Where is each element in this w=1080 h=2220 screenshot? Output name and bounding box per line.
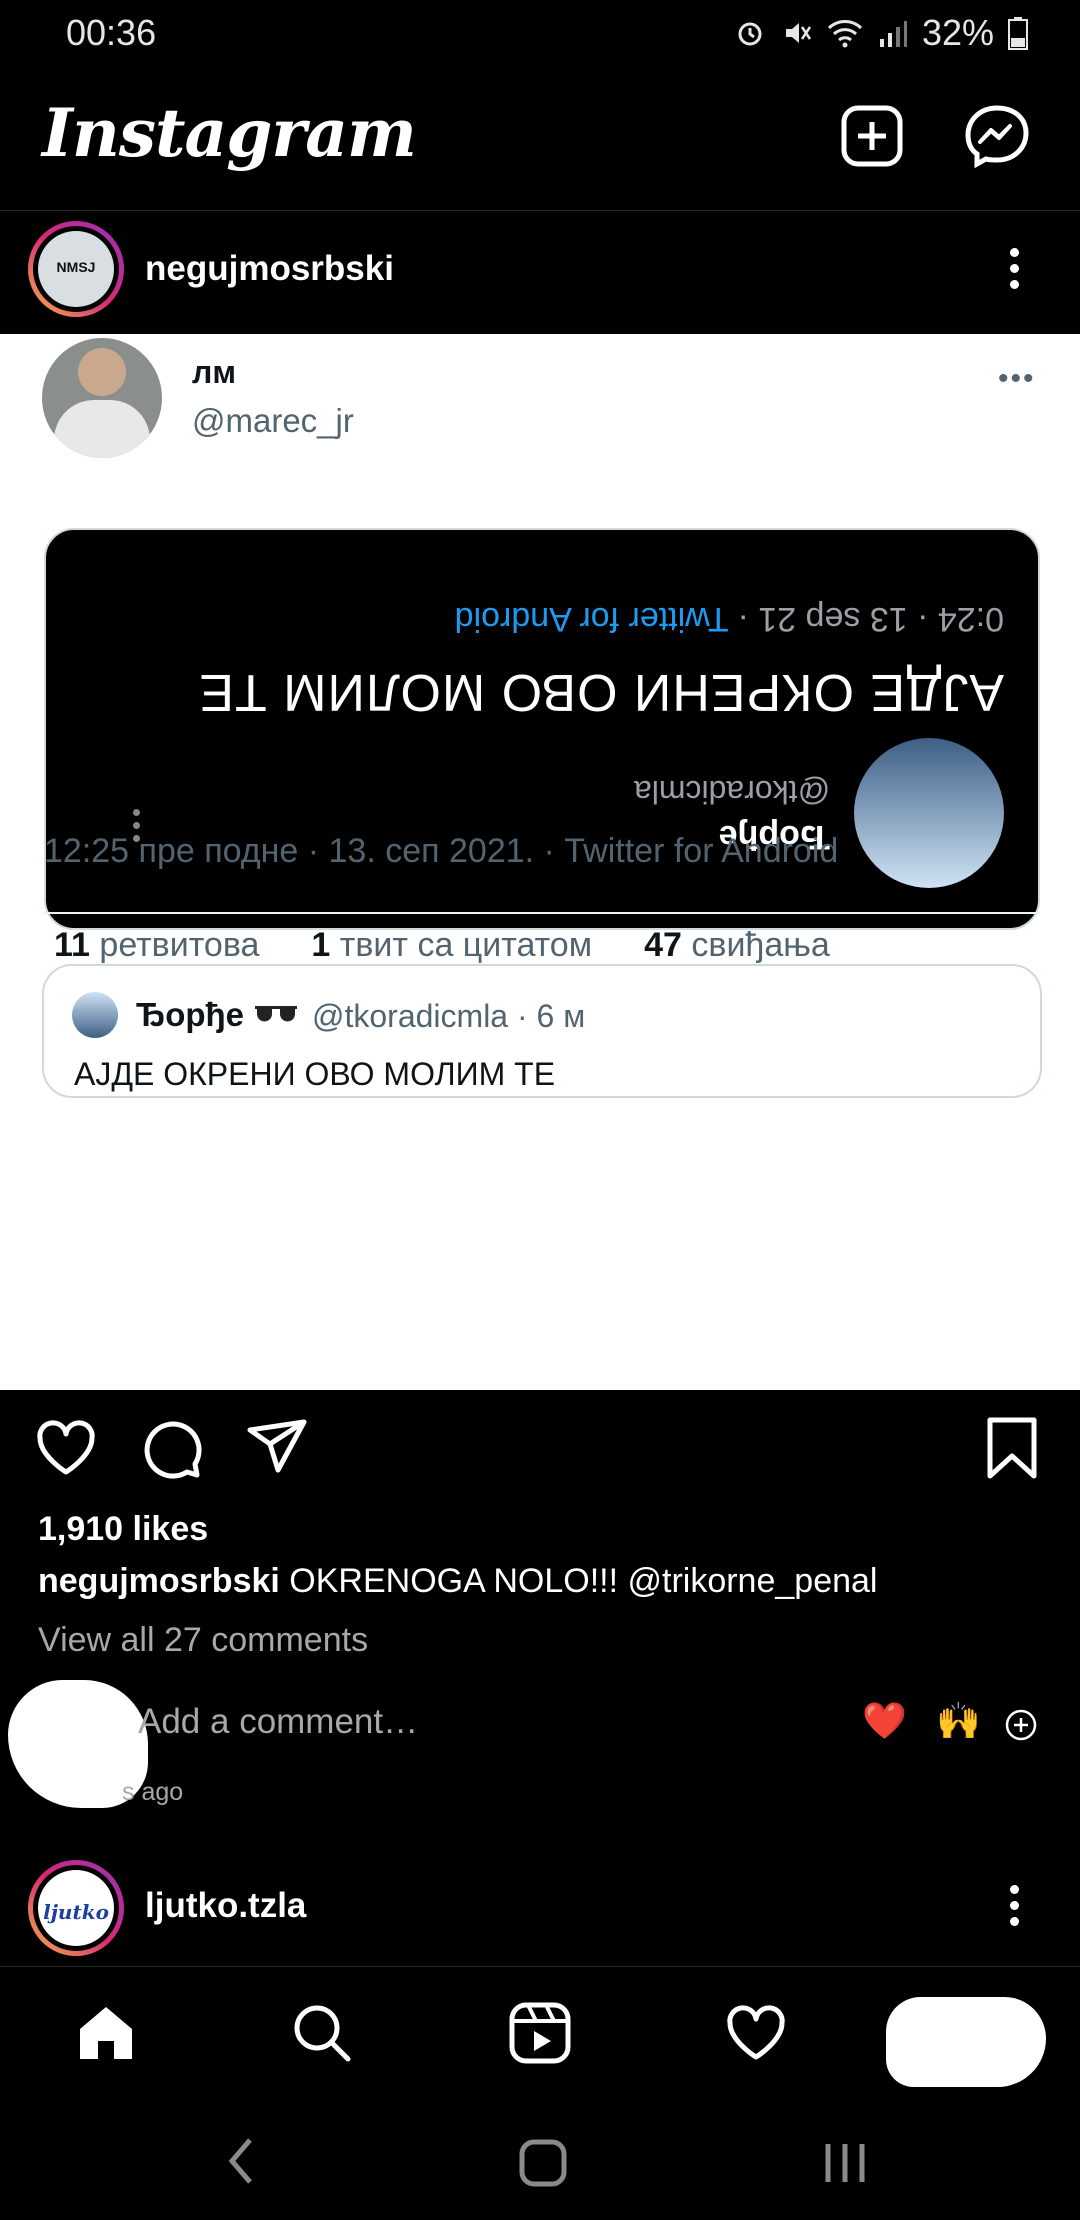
- stat-likes: 47 свиђања: [644, 926, 830, 964]
- profile-avatar-redacted[interactable]: [886, 1997, 1046, 2087]
- tweet-author-name: лм: [192, 354, 236, 390]
- avatar[interactable]: NMSJ: [28, 221, 124, 317]
- more-options-icon[interactable]: [1010, 241, 1022, 296]
- wifi-icon: [827, 20, 862, 48]
- view-all-comments-link[interactable]: View all 27 comments: [38, 1621, 368, 1660]
- quote-text: АЈДЕ ОКРЕНИ ОВО МОЛИМ ТЕ: [74, 1056, 556, 1092]
- alarm-icon: [738, 22, 762, 46]
- post-header: NMSJ negujmosrbski: [0, 210, 1080, 335]
- tweet-more-icon: •••: [998, 362, 1036, 395]
- next-avatar-text: ljutko: [43, 1900, 109, 1924]
- battery-percent: 32%: [921, 12, 994, 53]
- signal-icon: [879, 21, 907, 47]
- next-post-more-icon[interactable]: [1010, 1878, 1022, 1933]
- sunglasses-icon: [255, 1006, 297, 1022]
- add-emoji-icon[interactable]: [1004, 1708, 1038, 1742]
- like-heart-icon[interactable]: [34, 1416, 98, 1480]
- comment-icon[interactable]: [140, 1416, 204, 1480]
- stat-retweets: 11 ретвитова: [54, 926, 260, 964]
- back-icon[interactable]: [226, 2136, 256, 2186]
- avatar-logo-text: NMSJ: [56, 259, 96, 275]
- tweet-stats: 11 ретвитова 1 твит са цитатом 47 свиђањ…: [54, 926, 830, 965]
- search-icon[interactable]: [290, 2001, 354, 2065]
- system-nav-bar: [0, 2100, 1080, 2220]
- messenger-icon[interactable]: [962, 102, 1032, 172]
- quote-avatar: [72, 992, 118, 1038]
- next-post-avatar[interactable]: ljutko: [28, 1860, 124, 1956]
- battery-icon: [1008, 17, 1028, 50]
- recents-icon[interactable]: [822, 2140, 868, 2186]
- quote-handle-time: @tkoradicmla · 6 м: [312, 998, 586, 1034]
- home-button-icon[interactable]: [518, 2138, 568, 2188]
- media-meta: 0:24 · 13 sep 21 · Twitter for Android: [454, 600, 1004, 638]
- tweet-divider: [44, 912, 1040, 914]
- quote-name: Ђорђе: [136, 996, 245, 1033]
- save-bookmark-icon[interactable]: [980, 1416, 1044, 1480]
- tweet-author-handle: @marec_jr: [192, 402, 354, 439]
- stat-quotes: 1 твит са цитатом: [311, 926, 593, 964]
- status-time: 00:36: [66, 12, 157, 53]
- share-icon[interactable]: [246, 1416, 310, 1480]
- quote-tweet: Ђорђе @tkoradicmla · 6 м АЈДЕ ОКРЕНИ ОВО…: [42, 964, 1042, 1098]
- likes-count[interactable]: 1,910 likes: [38, 1510, 208, 1549]
- post-image[interactable]: лм @marec_jr ••• Ђорђе @tkoradicmla АЈДЕ…: [0, 334, 1080, 1390]
- status-bar: 00:36 32%: [0, 0, 1080, 66]
- post-time-ago: s ago: [122, 1778, 184, 1806]
- next-post-username[interactable]: ljutko.tzla: [145, 1886, 306, 1926]
- tweet-avatar: [42, 338, 162, 458]
- media-avatar: [854, 738, 1004, 888]
- add-comment-input[interactable]: Add a comment…: [138, 1702, 418, 1742]
- tweet-meta: 12:25 пре подне · 13. сеп 2021. · Twitte…: [44, 832, 839, 870]
- media-headline: АЈДЕ ОКРЕНИ ОВО МОЛИМ ТЕ: [198, 663, 1004, 721]
- media-handle: @tkoradicmla: [633, 774, 830, 810]
- post-caption: negujmosrbski OKRENOGA NOLO!!! @trikorne…: [38, 1562, 878, 1600]
- mute-icon: [785, 23, 811, 43]
- home-icon[interactable]: [74, 2001, 138, 2065]
- new-post-icon[interactable]: [838, 102, 908, 172]
- raised-hands-emoji-button[interactable]: 🙌: [936, 1700, 981, 1742]
- heart-emoji-button[interactable]: ❤️: [862, 1700, 907, 1742]
- app-header: Instagram: [0, 66, 1080, 210]
- next-post-header: ljutko ljutko.tzla: [0, 1850, 1080, 1966]
- reels-icon[interactable]: [508, 2001, 572, 2065]
- bottom-nav: [0, 1966, 1080, 2101]
- post-username[interactable]: negujmosrbski: [145, 249, 394, 289]
- activity-heart-icon[interactable]: [724, 2001, 788, 2065]
- status-icons: 32%: [734, 12, 1028, 54]
- instagram-logo: Instagram: [42, 94, 417, 172]
